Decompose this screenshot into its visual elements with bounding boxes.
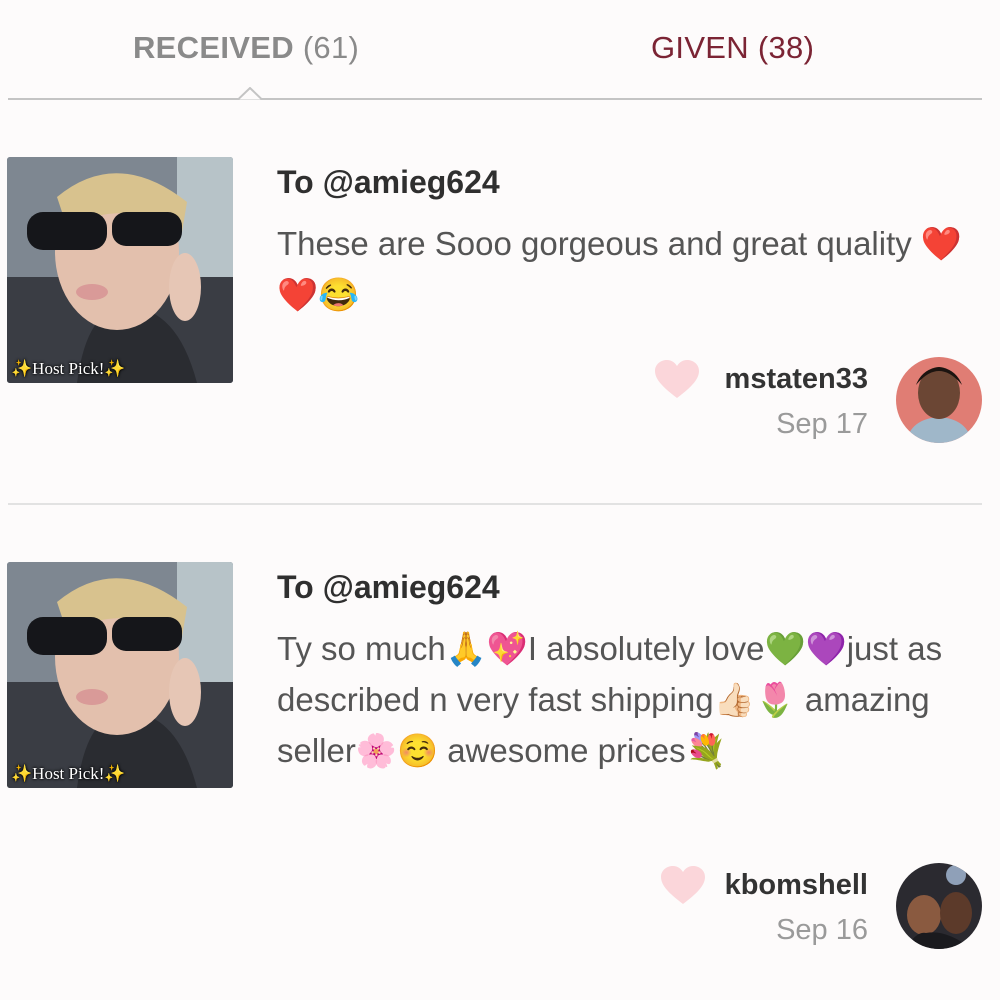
avatar[interactable]	[896, 863, 982, 949]
review-card: ✨Host Pick!✨ To @amieg624 These are Sooo…	[0, 140, 1000, 500]
card-divider	[8, 503, 982, 505]
review-card: ✨Host Pick!✨ To @amieg624 Ty so much🙏💖I …	[0, 545, 1000, 1000]
tab-divider	[8, 98, 982, 100]
tab-received[interactable]: RECEIVED (61)	[133, 28, 359, 68]
review-text: Ty so much🙏💖I absolutely love💚💜just as d…	[277, 630, 943, 769]
tab-received-count: (61)	[302, 30, 360, 65]
listing-photo	[7, 562, 233, 788]
review-recipient[interactable]: To @amieg624	[277, 164, 500, 201]
review-text: These are Sooo gorgeous and great qualit…	[277, 225, 963, 313]
tab-indicator-caret	[238, 87, 262, 100]
tab-given[interactable]: GIVEN (38)	[651, 28, 814, 68]
avatar-photo	[896, 863, 982, 949]
heart-icon[interactable]	[654, 360, 700, 400]
avatar[interactable]	[896, 357, 982, 443]
review-recipient[interactable]: To @amieg624	[277, 569, 500, 606]
tab-given-label: GIVEN	[651, 30, 749, 65]
avatar-photo	[896, 357, 982, 443]
reviewer-username[interactable]: mstaten33	[725, 363, 868, 396]
heart-icon[interactable]	[660, 866, 706, 906]
reviewer-username[interactable]: kbomshell	[725, 869, 868, 902]
listing-thumbnail[interactable]: ✨Host Pick!✨	[7, 157, 233, 383]
tab-received-label: RECEIVED	[133, 30, 294, 65]
review-date: Sep 17	[776, 408, 868, 440]
tab-given-count: (38)	[757, 30, 815, 65]
host-pick-badge: ✨Host Pick!✨	[11, 764, 126, 783]
review-tabs: RECEIVED (61) GIVEN (38)	[0, 0, 1000, 100]
review-date: Sep 16	[776, 914, 868, 946]
host-pick-badge: ✨Host Pick!✨	[11, 359, 126, 378]
listing-thumbnail[interactable]: ✨Host Pick!✨	[7, 562, 233, 788]
listing-photo	[7, 157, 233, 383]
